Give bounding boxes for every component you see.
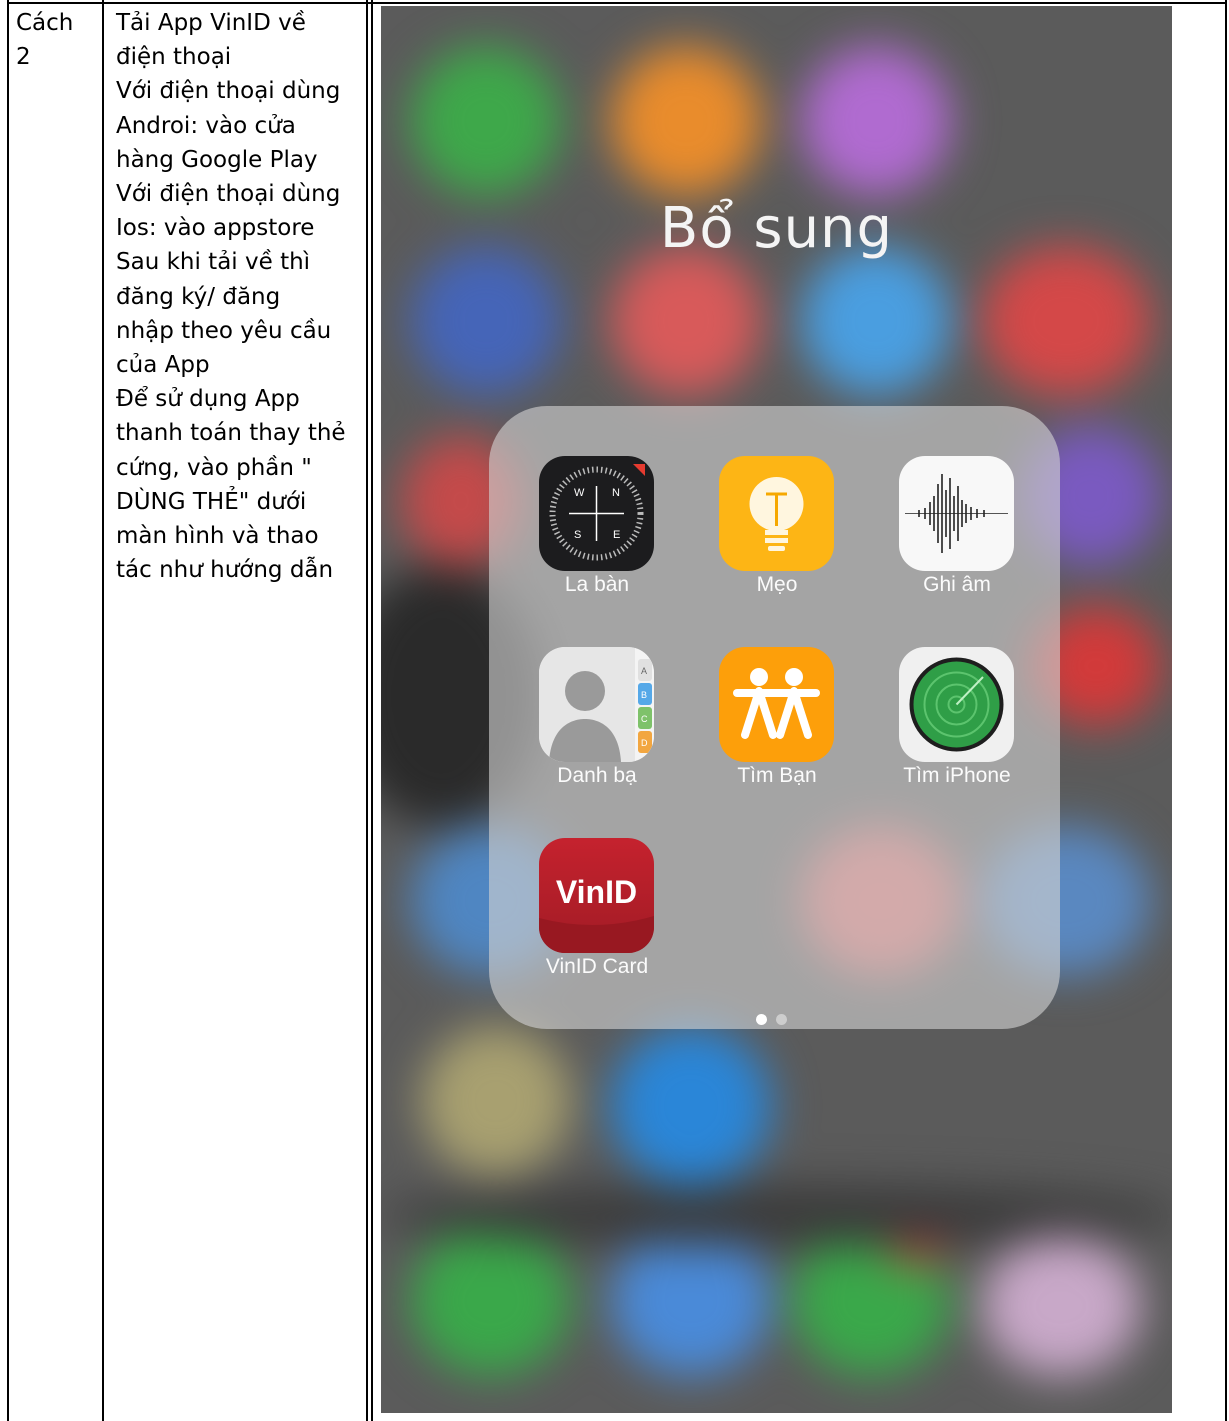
page-dot[interactable] [776,1014,787,1025]
vinid-icon: VinID [539,838,654,953]
app-label: Ghi âm [923,573,991,596]
instruction-line: Sau khi tải về thì [116,249,311,276]
svg-text:W: W [574,487,585,499]
phone-screenshot: Bổ sung W N S E La bàn Mẹo Ghi âm A B C … [381,6,1172,1413]
app-label: Tìm iPhone [903,764,1011,787]
table-border-right [1225,0,1227,1421]
instruction-line: hàng Google Play [116,146,318,173]
svg-text:B: B [641,690,647,700]
table-border-top [7,2,1227,4]
instruction-line: của App [116,352,210,379]
app-label: Tìm Bạn [737,764,817,787]
table-border-col2 [366,0,368,1421]
method-label: Cách 2 [16,6,73,74]
page-dot-active[interactable] [756,1014,767,1025]
find-friends-icon [719,647,834,762]
instruction-line: Với điện thoại dùng [116,78,341,105]
table-border-left [7,0,9,1421]
instructions: Tải App VinID về điện thoại Với điện tho… [116,6,346,587]
method-label-line: 2 [16,44,31,71]
app-label: Danh bạ [557,764,637,787]
svg-text:C: C [641,714,648,724]
instruction-line: cứng, vào phần " [116,454,312,481]
compass-icon: W N S E [539,456,654,571]
instruction-line: Tải App VinID về [116,10,306,36]
app-folder: W N S E La bàn Mẹo Ghi âm A B C D Danh b… [489,406,1060,1029]
table-border-col1 [102,0,104,1421]
instruction-line: nhập theo yêu cầu [116,317,332,344]
instruction-line: Androi: vào cửa [116,112,296,139]
svg-text:D: D [641,738,648,748]
instruction-line: đăng ký/ đăng [116,283,281,310]
svg-text:S: S [574,529,581,541]
instruction-line: Với điện thoại dùng [116,181,341,208]
app-label: VinID Card [545,955,649,978]
app-label: Mẹo [756,573,798,596]
instruction-line: thanh toán thay thẻ [116,420,346,447]
instruction-line: Để sử dụng App [116,386,300,413]
voice-memo-icon [899,456,1014,571]
svg-text:A: A [641,666,647,676]
folder-title: Bổ sung [659,196,894,261]
app-label: La bàn [564,573,630,596]
contacts-icon: A B C D [539,647,654,762]
instruction-line: DÙNG THẺ" dưới [116,488,307,515]
svg-text:E: E [613,529,620,541]
lightbulb-icon [719,456,834,571]
instruction-line: tác như hướng dẫn [116,557,334,584]
vinid-logo: VinID [556,874,637,910]
table-border-col2-inner [371,0,373,1421]
method-label-line: Cách [16,10,74,36]
instruction-line: màn hình và thao [116,523,319,550]
find-iphone-icon [899,647,1014,762]
svg-text:N: N [612,487,620,499]
instruction-line: Ios: vào appstore [116,215,315,242]
instruction-line: điện thoại [116,44,232,71]
